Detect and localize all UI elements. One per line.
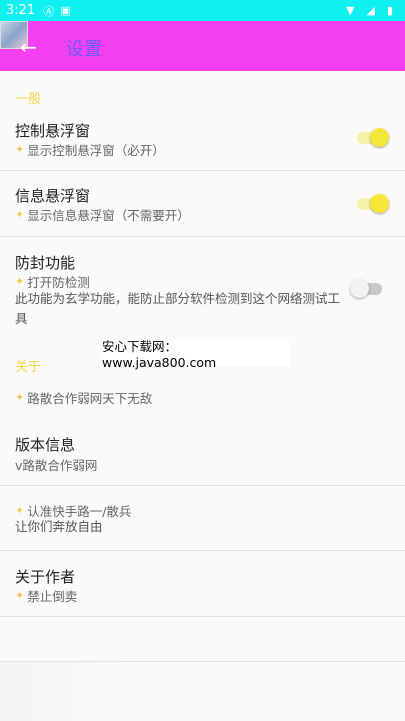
anti-ban-switch[interactable] (350, 278, 384, 298)
setting-detail: 让你们奔放自由 (15, 519, 103, 534)
setting-summary: ✦ 显示控制悬浮窗（必开） (15, 140, 165, 159)
setting-summary: v路散合作弱网 (15, 455, 97, 474)
bottom-area (0, 662, 130, 721)
setting-float-info[interactable]: 信息悬浮窗 ✦ 显示信息悬浮窗（不需要开） (0, 171, 405, 235)
page-title: 设置 (66, 39, 102, 60)
float-info-switch[interactable] (355, 193, 389, 213)
summary-text: v路散合作弱网 (15, 458, 98, 473)
status-bar: 3:21 Ⓐ ▣ ▼ ◢ ▮ (0, 0, 405, 21)
summary-text: 路散合作弱网天下无敌 (27, 391, 153, 406)
setting-title: 关于作者 (15, 568, 76, 586)
notification-image-icon: ▣ (60, 4, 71, 17)
watermark: 安心下载网：www.java800.com (102, 339, 290, 370)
setting-title: 防封功能 (15, 254, 76, 272)
divider (0, 616, 405, 617)
arrow-back-icon[interactable]: ← (20, 35, 37, 59)
setting-title: 版本信息 (15, 436, 76, 454)
about-author-info[interactable]: ✦ 认准快手路一/散兵 让你们奔放自由 (0, 486, 405, 550)
app-bar: ← 设置 (0, 21, 405, 71)
setting-title: 信息悬浮窗 (15, 187, 91, 205)
setting-summary: ✦ 禁止倒卖 (15, 586, 77, 605)
wifi-icon: ▼ (346, 4, 355, 17)
summary-text: 禁止倒卖 (27, 589, 78, 604)
switch-thumb (370, 194, 389, 213)
about-version[interactable]: 版本信息 v路散合作弱网 (0, 420, 405, 484)
summary-text: 显示信息悬浮窗（不需要开） (27, 208, 190, 223)
switch-thumb (370, 128, 389, 147)
sparkle-icon: ✦ (15, 208, 25, 221)
sparkle-icon: ✦ (15, 143, 25, 156)
summary-text: 显示控制悬浮窗（必开） (27, 143, 165, 158)
signal-icon: ◢ (366, 4, 375, 17)
sparkle-icon: ✦ (15, 589, 25, 602)
setting-detail: 此功能为玄学功能，能防止部分软件检测到这个网络测试工具 (15, 291, 341, 326)
setting-float-control[interactable]: 控制悬浮窗 ✦ 显示控制悬浮窗（必开） (0, 110, 405, 170)
section-header-about: 关于 (15, 360, 42, 375)
sparkle-icon: ✦ (15, 275, 25, 288)
switch-thumb (350, 279, 369, 298)
setting-summary: ✦ 显示信息悬浮窗（不需要开） (15, 205, 190, 224)
status-time: 3:21 (6, 3, 36, 18)
notification-a-icon: Ⓐ (43, 4, 55, 18)
sparkle-icon: ✦ (15, 504, 25, 517)
setting-title: 控制悬浮窗 (15, 122, 91, 140)
setting-summary: ✦ 路散合作弱网天下无敌 (15, 388, 152, 407)
about-slogan[interactable]: ✦ 路散合作弱网天下无敌 (0, 376, 405, 416)
sparkle-icon: ✦ (15, 391, 25, 404)
float-control-switch[interactable] (355, 127, 389, 147)
about-author[interactable]: 关于作者 ✦ 禁止倒卖 (0, 551, 405, 616)
setting-anti-ban[interactable]: 防封功能 ✦ 打开防检测 此功能为玄学功能，能防止部分软件检测到这个网络测试工具 (0, 237, 405, 332)
section-header-general: 一般 (15, 92, 42, 107)
battery-icon: ▮ (386, 4, 393, 17)
